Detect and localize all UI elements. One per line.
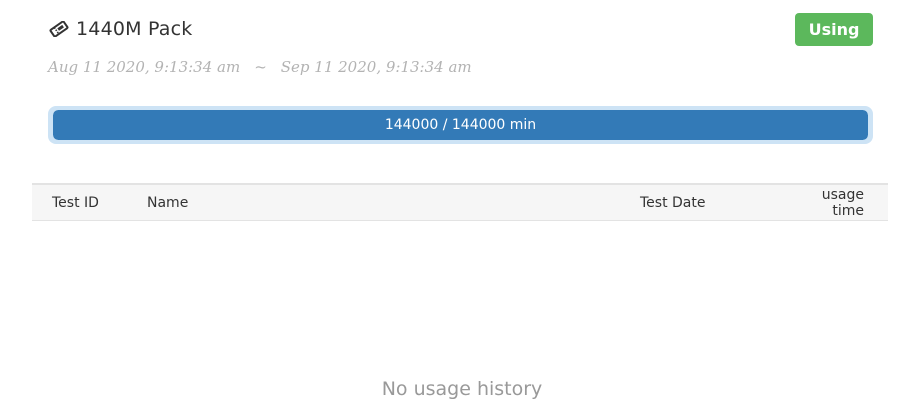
- usage-history-table: Test ID Name Test Date usage time: [32, 183, 888, 221]
- pack-header: 1440M Pack: [48, 14, 192, 44]
- column-header-name[interactable]: Name: [147, 184, 640, 221]
- empty-state-message: No usage history: [381, 378, 543, 400]
- pack-usage-panel: 1440M Pack Using Aug 11 2020, 9:13:34 am…: [0, 0, 924, 420]
- progress-track: 144000 / 144000 min: [53, 110, 868, 140]
- column-header-usage-time[interactable]: usage time: [790, 184, 888, 221]
- progress-label: 144000 / 144000 min: [384, 117, 537, 133]
- status-badge: Using: [795, 13, 873, 46]
- period-start: Aug 11 2020, 9:13:34 am: [48, 58, 241, 76]
- usage-progress-bar: 144000 / 144000 min: [48, 106, 873, 144]
- column-header-test-date[interactable]: Test Date: [640, 184, 790, 221]
- column-header-test-id[interactable]: Test ID: [32, 184, 147, 221]
- table-header-row: Test ID Name Test Date usage time: [32, 184, 888, 221]
- period-end: Sep 11 2020, 9:13:34 am: [280, 58, 472, 76]
- pack-title: 1440M Pack: [76, 18, 193, 40]
- period-separator: ~: [254, 58, 267, 76]
- ticket-icon: [48, 18, 70, 40]
- pack-period: Aug 11 2020, 9:13:34 am ~ Sep 11 2020, 9:1…: [48, 58, 472, 76]
